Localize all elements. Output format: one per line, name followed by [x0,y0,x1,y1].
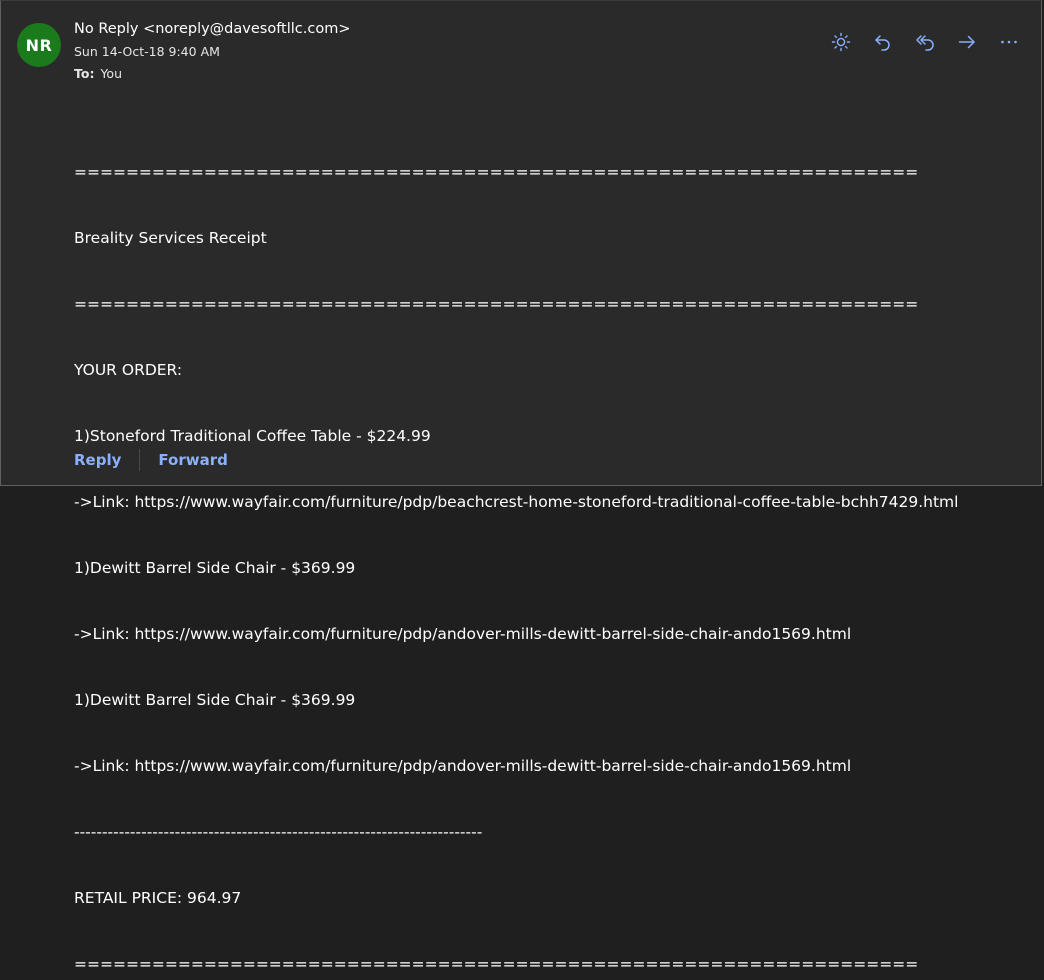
body-line: ----------------------------------------… [74,823,483,841]
body-line: ========================================… [74,163,919,181]
sun-icon [831,32,851,52]
avatar[interactable]: NR [17,23,61,67]
body-line: 1)Dewitt Barrel Side Chair - $369.99 [74,691,356,709]
forward-icon-button[interactable] [949,29,985,55]
forward-button[interactable]: Forward [158,451,227,469]
message-actions [823,29,1027,55]
more-actions-button[interactable] [991,29,1027,55]
body-line: 1)Stoneford Traditional Coffee Table - $… [74,427,431,445]
body-line: ========================================… [74,295,919,313]
body-line: ->Link: https://www.wayfair.com/furnitur… [74,493,959,511]
footer-divider [139,449,141,471]
body-line: ========================================… [74,955,919,973]
reply-button[interactable]: Reply [74,451,121,469]
immersive-reader-button[interactable] [823,29,859,55]
sender-name[interactable]: No Reply <noreply@davesoftllc.com> [74,21,351,37]
body-line: ->Link: https://www.wayfair.com/furnitur… [74,625,852,643]
body-line: RETAIL PRICE: 964.97 [74,889,242,907]
forward-icon [958,35,975,49]
message-date: Sun 14-Oct-18 9:40 AM [74,44,220,59]
recipient-value[interactable]: You [100,66,122,81]
reply-icon [875,35,890,51]
body-line: 1)Dewitt Barrel Side Chair - $369.99 [74,559,356,577]
message-footer: Reply Forward [74,449,228,471]
reply-all-button[interactable] [907,29,943,55]
to-label: To: [74,66,95,81]
reply-all-icon [916,35,934,51]
message-body: ========================================… [74,117,958,980]
body-line: Breality Services Receipt [74,229,267,247]
recipient-line: To: You [74,66,122,81]
reply-icon-button[interactable] [865,29,901,55]
email-reading-pane: NR No Reply <noreply@davesoftllc.com> Su… [0,0,1042,973]
body-line: ->Link: https://www.wayfair.com/furnitur… [74,757,852,775]
body-line: YOUR ORDER: [74,361,183,379]
more-icon [1001,40,1017,44]
